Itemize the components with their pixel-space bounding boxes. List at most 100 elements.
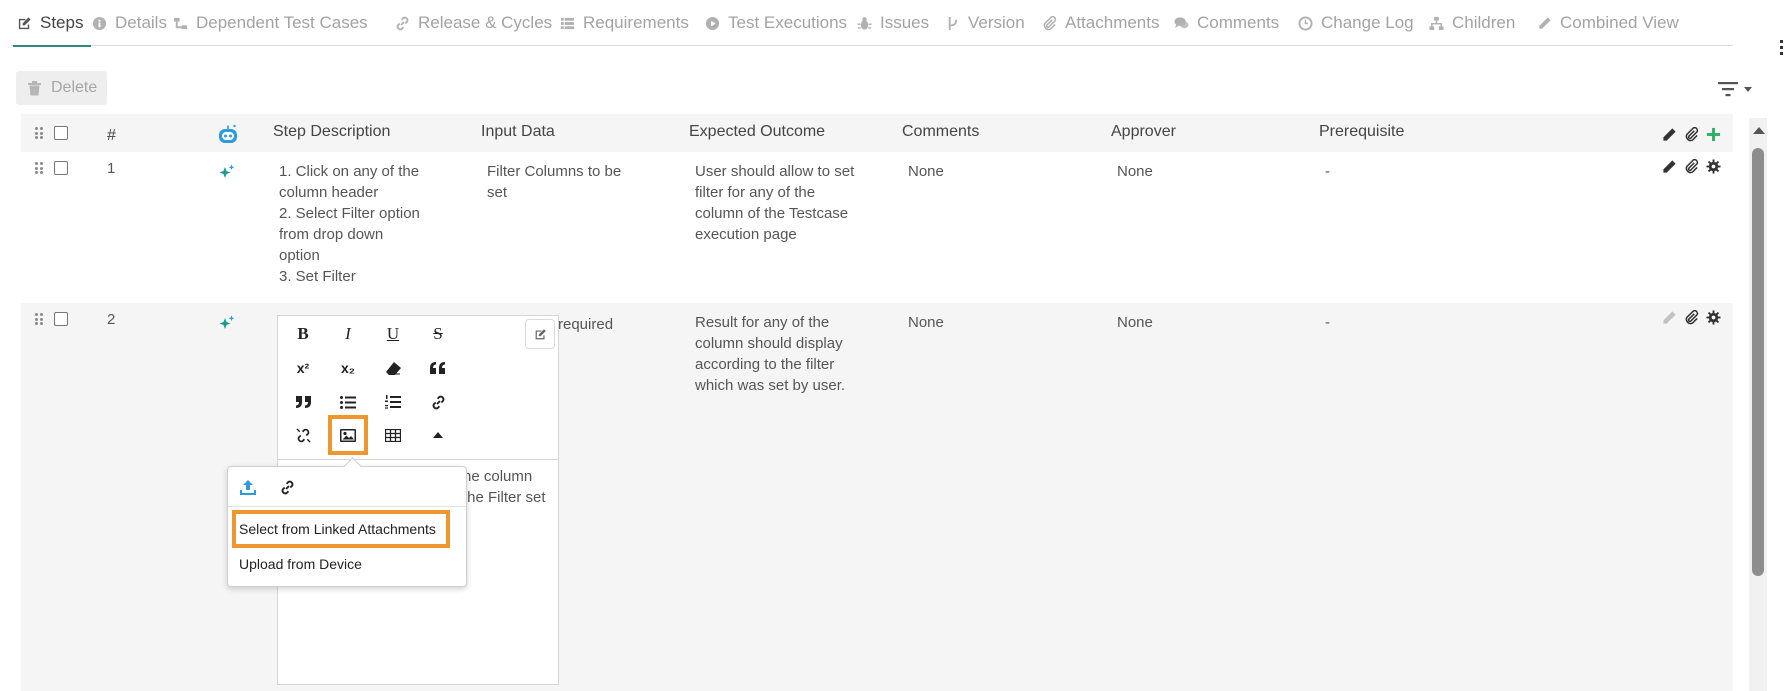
- edit-mode-button[interactable]: [525, 319, 555, 349]
- edit-icon[interactable]: [1662, 310, 1677, 325]
- insert-table-button[interactable]: [378, 420, 408, 450]
- tab-dependent-test-cases[interactable]: Dependent Test Cases: [173, 0, 368, 46]
- attach-icon[interactable]: [1684, 310, 1699, 325]
- ai-sparkle-icon[interactable]: [219, 164, 235, 180]
- tab-version[interactable]: Version: [945, 0, 1025, 46]
- row-checkbox[interactable]: [54, 161, 68, 175]
- tab-label: Change Log: [1321, 13, 1414, 32]
- image-icon: [340, 428, 356, 442]
- column-expected-outcome: Expected Outcome: [689, 123, 826, 140]
- quote-close-button[interactable]: [288, 387, 318, 417]
- ai-sparkle-icon[interactable]: [219, 315, 235, 331]
- approver[interactable]: None: [1117, 312, 1153, 333]
- tab-comments[interactable]: Comments: [1174, 0, 1279, 46]
- bold-button[interactable]: B: [288, 319, 318, 349]
- tab-label: Version: [968, 13, 1025, 32]
- step-number: 1: [107, 160, 116, 177]
- select-linked-attachments-option[interactable]: Select from Linked Attachments: [232, 510, 450, 548]
- popup-icon-bar: [228, 467, 466, 507]
- tab-issues[interactable]: Issues: [857, 0, 929, 46]
- tab-label: Attachments: [1065, 13, 1160, 32]
- comments[interactable]: None: [908, 161, 944, 182]
- attach-icon[interactable]: [1684, 127, 1699, 142]
- tab-label: Details: [115, 13, 167, 32]
- upload-button[interactable]: [237, 476, 259, 498]
- clock-icon: [1298, 15, 1313, 31]
- upload-icon: [240, 479, 256, 495]
- tab-label: Combined View: [1560, 13, 1679, 32]
- row-actions: [1662, 310, 1721, 325]
- edit-icon: [18, 16, 31, 29]
- filter-button[interactable]: [1718, 78, 1754, 100]
- bullet-list-button[interactable]: [333, 387, 363, 417]
- edit-icon: [535, 328, 546, 339]
- tab-details[interactable]: Details: [92, 0, 167, 46]
- edit-icon[interactable]: [1662, 159, 1677, 174]
- tab-steps[interactable]: Steps: [12, 0, 93, 47]
- vertical-scrollbar[interactable]: [1749, 118, 1767, 691]
- upload-from-device-option[interactable]: Upload from Device: [239, 556, 362, 572]
- add-step-icon[interactable]: [1706, 127, 1721, 142]
- unlink-button[interactable]: [288, 420, 318, 450]
- tab-bar: Steps Details Dependent Test Cases Relea…: [11, 0, 1733, 47]
- tab-release-cycles[interactable]: Release & Cycles: [395, 0, 552, 46]
- step-description[interactable]: 1. Click on any of the column header 2. …: [279, 161, 420, 287]
- blockquote-button[interactable]: [423, 353, 453, 383]
- scrollbar-thumb[interactable]: [1752, 148, 1764, 576]
- column-approver: Approver: [1111, 123, 1176, 140]
- scroll-up-arrow-icon[interactable]: [1753, 127, 1765, 134]
- tab-requirements[interactable]: Requirements: [560, 0, 689, 46]
- tab-label: Comments: [1197, 13, 1280, 32]
- insert-image-popup: Select from Linked Attachments Upload fr…: [227, 466, 467, 587]
- input-data[interactable]: required: [558, 314, 613, 335]
- edit-all-icon[interactable]: [1662, 127, 1677, 142]
- eraser-button[interactable]: [378, 353, 408, 383]
- collapse-toolbar-button[interactable]: [423, 420, 453, 450]
- tab-attachments[interactable]: Attachments: [1042, 0, 1160, 46]
- gear-icon[interactable]: [1706, 159, 1721, 174]
- hierarchy-icon: [1429, 16, 1444, 30]
- drag-handle-icon[interactable]: [35, 162, 43, 174]
- column-number: #: [107, 127, 116, 144]
- tab-combined-view[interactable]: Combined View: [1537, 0, 1679, 46]
- ai-bot-icon[interactable]: [217, 123, 239, 145]
- play-circle-icon: [705, 16, 720, 30]
- prerequisite[interactable]: -: [1325, 312, 1330, 333]
- link-button[interactable]: [423, 387, 453, 417]
- insert-image-button[interactable]: [328, 415, 368, 455]
- superscript-button[interactable]: x²: [288, 353, 318, 383]
- numbered-list-button[interactable]: [378, 387, 408, 417]
- select-all-checkbox[interactable]: [54, 126, 68, 140]
- attach-icon[interactable]: [1684, 159, 1699, 174]
- tab-label: Dependent Test Cases: [196, 13, 368, 32]
- tab-test-executions[interactable]: Test Executions: [705, 0, 847, 46]
- header-actions: [1662, 127, 1721, 142]
- expected-outcome[interactable]: Result for any of the column should disp…: [695, 312, 845, 396]
- drag-handle-icon[interactable]: [35, 127, 43, 139]
- subscript-button[interactable]: x₂: [333, 353, 363, 383]
- tab-change-log[interactable]: Change Log: [1298, 0, 1414, 46]
- caret-up-icon: [433, 432, 443, 438]
- tab-children[interactable]: Children: [1429, 0, 1515, 46]
- underline-button[interactable]: U: [378, 319, 408, 349]
- gear-icon[interactable]: [1706, 310, 1721, 325]
- expected-outcome[interactable]: User should allow to set filter for any …: [695, 161, 854, 245]
- italic-button[interactable]: I: [333, 319, 363, 349]
- editor-toolbar: B I U S x² x₂: [278, 316, 558, 460]
- input-data[interactable]: Filter Columns to be set: [487, 161, 621, 203]
- delete-button[interactable]: Delete: [16, 71, 107, 105]
- caret-down-icon: [1744, 86, 1752, 92]
- drag-handle-icon[interactable]: [35, 313, 43, 325]
- table-row[interactable]: 1 1. Click on any of the column header 2…: [21, 152, 1733, 303]
- row-checkbox[interactable]: [54, 312, 68, 326]
- strikethrough-button[interactable]: S: [423, 319, 453, 349]
- image-link-button[interactable]: [276, 476, 298, 498]
- pencil-icon: [1539, 16, 1551, 29]
- unlink-icon: [295, 427, 311, 443]
- approver[interactable]: None: [1117, 161, 1153, 182]
- row-actions: [1662, 159, 1721, 174]
- numbered-list-icon: [385, 395, 401, 409]
- prerequisite[interactable]: -: [1325, 161, 1330, 182]
- comments[interactable]: None: [908, 312, 944, 333]
- list-icon: [560, 17, 575, 29]
